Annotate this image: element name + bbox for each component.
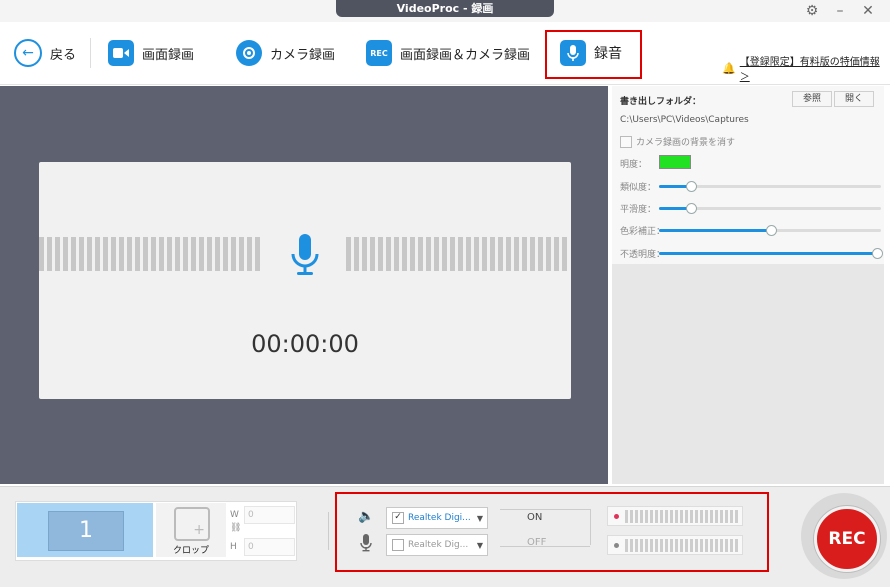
speaker-level-meter: [607, 506, 743, 526]
connector-stub: [590, 509, 603, 545]
output-path: C:\Users\PC\Videos\Captures: [620, 115, 749, 125]
off-label: OFF: [527, 537, 547, 548]
width-input[interactable]: 0: [244, 506, 295, 524]
tab-screen-camera-record[interactable]: REC 画面録画＆カメラ録画: [366, 33, 530, 73]
minimize-icon[interactable]: –: [828, 0, 852, 22]
webcam-icon: [236, 40, 262, 66]
speaker-vu-bars: [625, 509, 738, 523]
height-input[interactable]: 0: [244, 538, 295, 556]
link-icon[interactable]: ⛓: [230, 523, 241, 533]
width-label: W: [230, 510, 239, 520]
rec-button[interactable]: REC: [814, 506, 880, 572]
mic-device-select[interactable]: Realtek Dig... ▼: [386, 534, 488, 556]
remove-bg-checkbox[interactable]: カメラ録画の背景を消す: [620, 135, 735, 148]
height-label: H: [230, 542, 237, 552]
speaker-device-label: Realtek Digi...: [408, 513, 471, 523]
gear-icon[interactable]: ⚙: [800, 0, 824, 22]
tab-camera-record-label: カメラ録画: [270, 47, 336, 63]
audio-preview-card: 00:00:00: [39, 162, 571, 399]
tab-audio-label: 録音: [594, 46, 622, 62]
screen-camera-icon: [108, 40, 134, 66]
monitor-select[interactable]: 1: [17, 503, 153, 557]
crop-button[interactable]: + クロップ: [156, 503, 226, 557]
speaker-checkbox[interactable]: ✓: [392, 512, 404, 524]
mic-device-label: Realtek Dig...: [408, 540, 469, 550]
remove-bg-label: カメラ録画の背景を消す: [636, 138, 736, 148]
back-arrow-icon: ←: [14, 39, 42, 67]
tab-audio-record[interactable]: 録音: [560, 33, 622, 73]
mic-level-meter: [607, 535, 743, 555]
toolbar-divider: [90, 38, 91, 68]
right-level-bars: [346, 237, 567, 271]
microphone-icon: [291, 234, 319, 279]
similarity-label: 類似度：: [620, 183, 657, 193]
tab-screen-record-label: 画面録画: [142, 47, 195, 63]
crop-icon: +: [174, 507, 210, 541]
brightness-label: 明度：: [620, 160, 648, 170]
mic-vu-bars: [625, 538, 738, 552]
speaker-active-dot: [614, 513, 619, 519]
tab-screen-camera-label: 画面録画＆カメラ録画: [400, 47, 531, 63]
bottom-divider: [328, 512, 329, 550]
speaker-device-select[interactable]: ✓ Realtek Digi... ▼: [386, 507, 488, 529]
browse-button[interactable]: 参照: [792, 91, 832, 107]
microphone-icon[interactable]: [360, 534, 372, 555]
open-button[interactable]: 開く: [834, 91, 874, 107]
settings-panel: 書き出しフォルダ： 参照 開く C:\Users\PC\Videos\Captu…: [612, 86, 884, 264]
microphone-icon: [560, 40, 586, 66]
on-label: ON: [527, 512, 543, 523]
chevron-down-icon: ▼: [476, 540, 483, 550]
window-title: VideoProc - 録画: [336, 0, 554, 17]
brightness-color-swatch[interactable]: [659, 155, 691, 169]
tab-screen-record[interactable]: 画面録画: [108, 33, 194, 73]
similarity-slider[interactable]: [659, 181, 881, 192]
bell-icon: 🔔: [722, 61, 736, 75]
mic-inactive-dot: [614, 542, 619, 548]
opacity-slider[interactable]: [659, 248, 883, 259]
checkbox[interactable]: [620, 135, 632, 148]
monitor-number: 1: [48, 511, 124, 551]
back-label: 戻る: [50, 47, 77, 63]
crop-label: クロップ: [172, 546, 209, 556]
output-folder-label: 書き出しフォルダ：: [620, 97, 702, 107]
left-level-bars: [39, 237, 260, 271]
smoothness-label: 平滑度：: [620, 205, 657, 215]
tab-camera-record[interactable]: カメラ録画: [236, 33, 335, 73]
recording-timer: 00:00:00: [251, 330, 359, 358]
close-icon[interactable]: ✕: [856, 0, 880, 22]
rec-icon: REC: [366, 40, 392, 66]
speaker-icon[interactable]: 🔈: [358, 509, 374, 524]
promo-label: 【登録限定】有料版の特価情報 ＞: [739, 57, 880, 83]
chevron-down-icon: ▼: [476, 513, 483, 523]
promo-link[interactable]: 🔔 【登録限定】有料版の特価情報 ＞: [722, 53, 890, 83]
back-button[interactable]: ← 戻る: [14, 33, 76, 73]
smoothness-slider[interactable]: [659, 203, 881, 214]
mic-checkbox[interactable]: [392, 539, 404, 551]
color-correct-slider[interactable]: [659, 225, 881, 236]
